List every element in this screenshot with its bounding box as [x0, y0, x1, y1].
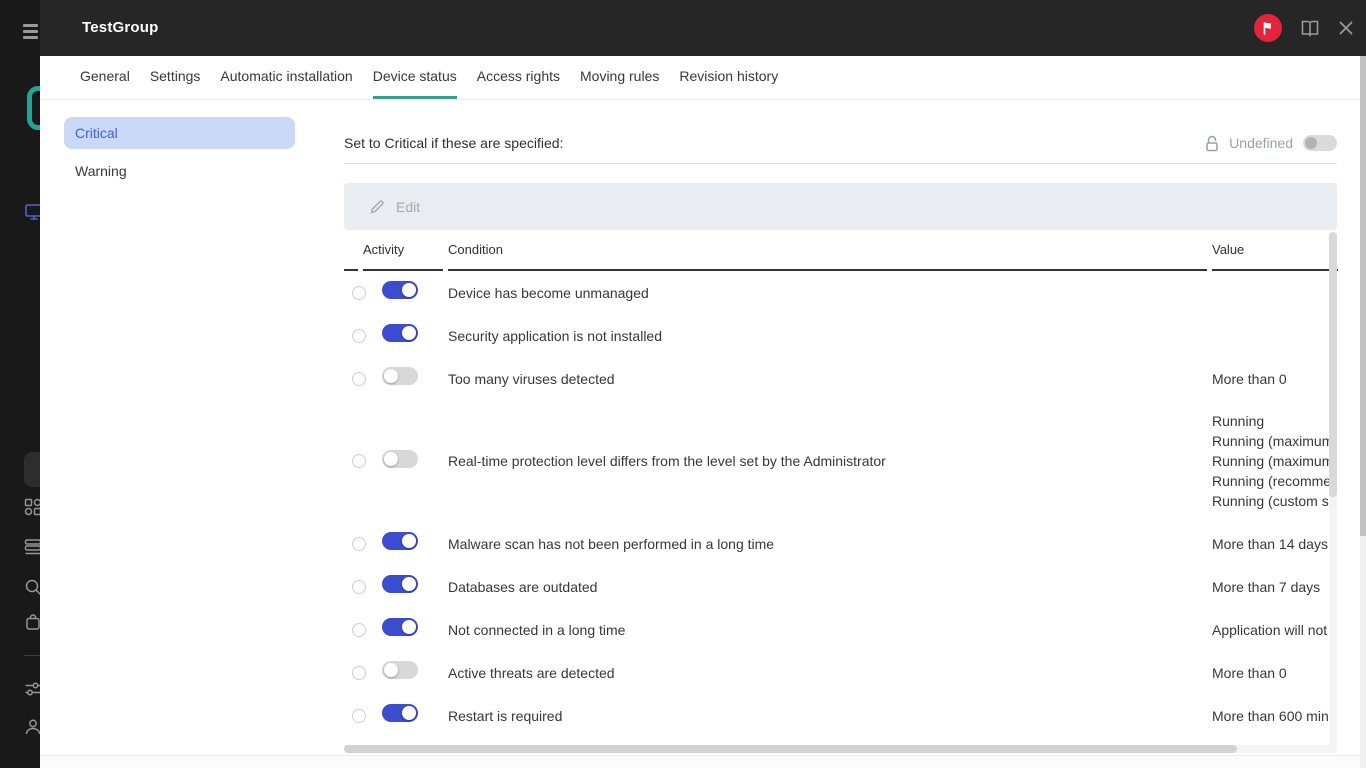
status-nav: Critical Warning	[64, 117, 295, 193]
vertical-scrollbar-thumb[interactable]	[1329, 232, 1337, 497]
condition-text: Security application is not installed	[448, 328, 1207, 344]
column-select	[344, 236, 358, 271]
search-icon[interactable]	[24, 578, 40, 596]
bottom-edge	[40, 755, 1366, 768]
tab-moving-rules[interactable]: Moving rules	[580, 56, 659, 99]
flag-icon	[1260, 20, 1276, 36]
table-row: Active threats are detected More than 0	[344, 651, 1337, 694]
condition-text: Too many viruses detected	[448, 371, 1207, 387]
column-condition: Condition	[448, 236, 1207, 271]
vertical-scrollbar[interactable]	[1329, 232, 1337, 753]
activity-toggle[interactable]	[382, 618, 418, 636]
inheritance-lock-group: Undefined	[1205, 135, 1337, 152]
assets-icon[interactable]	[24, 498, 40, 516]
value-text: More than 7 days	[1212, 577, 1338, 597]
console-settings-icon[interactable]	[24, 680, 40, 698]
tab-access-rights[interactable]: Access rights	[477, 56, 560, 99]
app-logo-icon	[27, 86, 40, 130]
tab-general[interactable]: General	[80, 56, 130, 99]
value-text: RunningRunning (maximumRunning (maximumR…	[1212, 411, 1338, 511]
activity-toggle[interactable]	[382, 450, 418, 468]
value-text: More than 0	[1212, 663, 1338, 683]
condition-text: Malware scan has not been performed in a…	[448, 536, 1207, 552]
column-activity: Activity	[363, 236, 443, 271]
edit-button[interactable]: Edit	[344, 183, 1337, 230]
condition-text: Real-time protection level differs from …	[448, 453, 1207, 469]
table-row: Databases are outdated More than 7 days	[344, 565, 1337, 608]
book-icon[interactable]	[1300, 19, 1320, 37]
horizontal-scrollbar[interactable]	[344, 745, 1337, 753]
table-row: Too many viruses detected More than 0	[344, 357, 1337, 400]
rail-selected-item[interactable]	[24, 452, 40, 487]
table-header: Activity Condition Value	[344, 236, 1337, 271]
tab-automatic-installation[interactable]: Automatic installation	[220, 56, 352, 99]
condition-text: Restart is required	[448, 708, 1207, 724]
table-row: Device has become unmanaged	[344, 271, 1337, 314]
app-rail	[0, 0, 40, 768]
product-flag-icon[interactable]	[1254, 14, 1282, 42]
sidebar-item-warning[interactable]: Warning	[64, 155, 295, 187]
undefined-toggle[interactable]	[1303, 135, 1337, 151]
condition-text: Device has become unmanaged	[448, 285, 1207, 301]
group-properties-panel: General Settings Automatic installation …	[40, 56, 1366, 768]
devices-icon[interactable]	[24, 202, 40, 222]
activity-toggle[interactable]	[382, 661, 418, 679]
activity-toggle[interactable]	[382, 281, 418, 299]
condition-text: Databases are outdated	[448, 579, 1207, 595]
activity-toggle[interactable]	[382, 704, 418, 722]
device-status-content: Set to Critical if these are specified: …	[344, 132, 1337, 737]
menu-icon[interactable]	[23, 24, 38, 42]
activity-toggle[interactable]	[382, 367, 418, 385]
account-icon[interactable]	[24, 718, 40, 736]
table-row: Malware scan has not been performed in a…	[344, 522, 1337, 565]
activity-toggle[interactable]	[382, 532, 418, 550]
lock-state-label: Undefined	[1229, 135, 1293, 151]
section-heading: Set to Critical if these are specified:	[344, 135, 563, 151]
tab-bar: General Settings Automatic installation …	[40, 56, 1366, 100]
close-icon[interactable]	[1338, 20, 1354, 36]
table-row: Real-time protection level differs from …	[344, 400, 1337, 522]
window-titlebar: TestGroup	[0, 0, 1366, 56]
tab-device-status[interactable]: Device status	[373, 56, 457, 99]
edit-button-label: Edit	[396, 199, 420, 215]
page-scrollbar[interactable]	[1360, 56, 1366, 768]
activity-toggle[interactable]	[382, 324, 418, 342]
condition-text: Active threats are detected	[448, 665, 1207, 681]
page-scrollbar-thumb[interactable]	[1360, 56, 1366, 536]
activity-toggle[interactable]	[382, 575, 418, 593]
rail-divider	[24, 655, 40, 656]
window-title: TestGroup	[82, 0, 159, 56]
value-text: More than 600 min	[1212, 706, 1338, 726]
tab-revision-history[interactable]: Revision history	[679, 56, 778, 99]
column-value: Value	[1212, 236, 1338, 271]
value-text: More than 14 days	[1212, 534, 1338, 554]
table-row: Restart is required More than 600 min	[344, 694, 1337, 737]
sidebar-item-critical[interactable]: Critical	[64, 117, 295, 149]
heading-divider	[344, 163, 1337, 164]
horizontal-scrollbar-thumb[interactable]	[344, 745, 1237, 753]
conditions-table: Device has become unmanaged Security app…	[344, 271, 1337, 737]
table-row: Security application is not installed	[344, 314, 1337, 357]
unlocked-icon	[1205, 135, 1219, 152]
value-text: More than 0	[1212, 369, 1338, 389]
pencil-icon	[369, 199, 385, 215]
value-text: Application will not	[1212, 620, 1338, 640]
tab-settings[interactable]: Settings	[150, 56, 201, 99]
table-row: Not connected in a long time Application…	[344, 608, 1337, 651]
condition-text: Not connected in a long time	[448, 622, 1207, 638]
reports-icon[interactable]	[24, 538, 40, 556]
marketplace-icon[interactable]	[24, 613, 40, 631]
